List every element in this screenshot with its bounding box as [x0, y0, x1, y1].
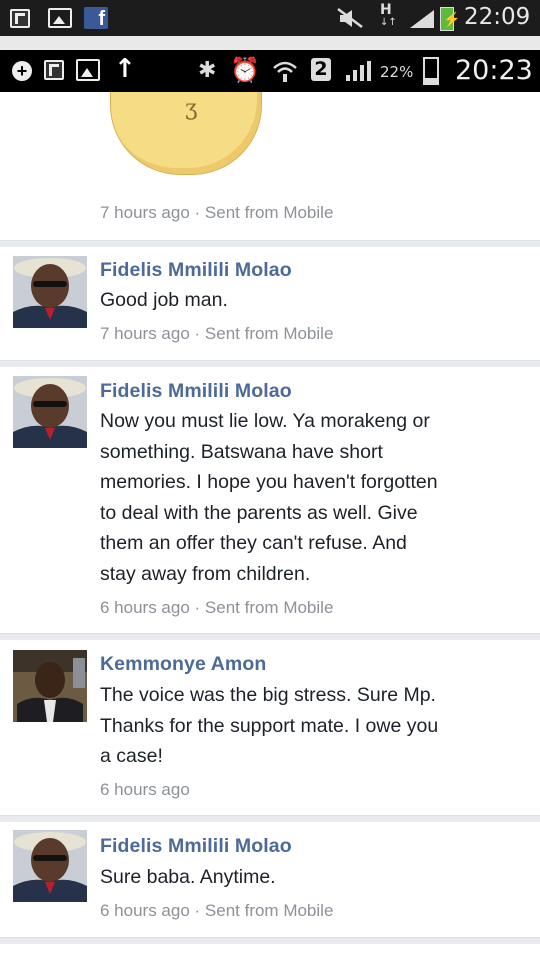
comment-text: Good job man. [100, 289, 228, 311]
flipboard-icon [44, 60, 64, 80]
comment-meta: 7 hours ago · Sent from Mobile [100, 203, 334, 222]
sim-indicator: 2 [311, 58, 331, 81]
comment-line: to deal with the parents as well. Give [100, 501, 418, 524]
mute-icon [337, 8, 363, 28]
comment-author[interactable]: Fidelis Mmilili Molao [100, 259, 292, 282]
comment-line: The voice was the big stress. Sure Mp. [100, 684, 436, 706]
sticker-image: ʒ [110, 92, 262, 175]
network-arrows-icon: ↓↑ [380, 17, 397, 28]
facebook-icon: f [84, 7, 108, 30]
avatar[interactable] [13, 256, 87, 328]
inner-status-bar: + ↑ ✱ ⏰ 2 22% 20:23 [0, 50, 540, 92]
network-type-label: H [380, 2, 392, 18]
outer-clock: 22:09 [464, 4, 531, 30]
comment-line: memories. I hope you haven't forgotten [100, 471, 438, 493]
comment-divider [0, 240, 540, 247]
comment-meta: 6 hours ago [100, 780, 190, 799]
comment-thread: ʒ 7 hours ago · Sent from Mobile Fidelis… [0, 92, 540, 960]
comment-text: Now you must lie low. Ya morakeng or som… [100, 406, 530, 589]
comment-author[interactable]: Fidelis Mmilili Molao [100, 380, 292, 403]
comment-divider [0, 815, 540, 822]
comment-divider [0, 633, 540, 640]
comment-author[interactable]: Fidelis Mmilili Molao [100, 835, 292, 858]
battery-charging-icon: ⚡ [440, 7, 460, 31]
outer-status-bar: f H ↓↑ ⚡ 22:09 [0, 0, 540, 36]
comment-line: Thanks for the support mate. I owe you [100, 714, 439, 737]
comment-author[interactable]: Kemmonye Amon [100, 653, 266, 676]
comment-meta: 6 hours ago · Sent from Mobile [100, 901, 334, 920]
avatar[interactable] [13, 650, 87, 722]
gallery-icon [76, 59, 100, 81]
comment-line: something. Batswana have short [100, 440, 383, 463]
comment-meta: 6 hours ago · Sent from Mobile [100, 598, 334, 617]
comment-text: Sure baba. Anytime. [100, 866, 276, 888]
upload-icon: ↑ [114, 54, 136, 84]
alarm-icon: ⏰ [230, 56, 260, 84]
status-gap [0, 36, 540, 50]
battery-percent: 22% [380, 63, 414, 81]
wifi-icon [273, 61, 297, 82]
add-notification-icon: + [12, 61, 32, 81]
signal-icon [410, 10, 434, 28]
comment-divider [0, 360, 540, 367]
comment-text: The voice was the big stress. Sure Mp. T… [100, 680, 530, 772]
flipboard-icon [10, 9, 30, 28]
comment-line: a case! [100, 745, 163, 767]
comment-divider [0, 937, 540, 944]
battery-icon [423, 57, 439, 85]
comment-meta: 7 hours ago · Sent from Mobile [100, 324, 334, 343]
avatar[interactable] [13, 376, 87, 448]
comment-line: stay away from children. [100, 562, 311, 585]
bluetooth-icon: ✱ [198, 58, 217, 83]
inner-clock: 20:23 [455, 55, 533, 86]
comment-line: them an offer they can't refuse. And [100, 532, 407, 554]
signal-icon [346, 61, 371, 81]
gallery-icon [48, 8, 72, 28]
avatar[interactable] [13, 830, 87, 902]
comment-line: Now you must lie low. Ya morakeng or [100, 410, 430, 432]
